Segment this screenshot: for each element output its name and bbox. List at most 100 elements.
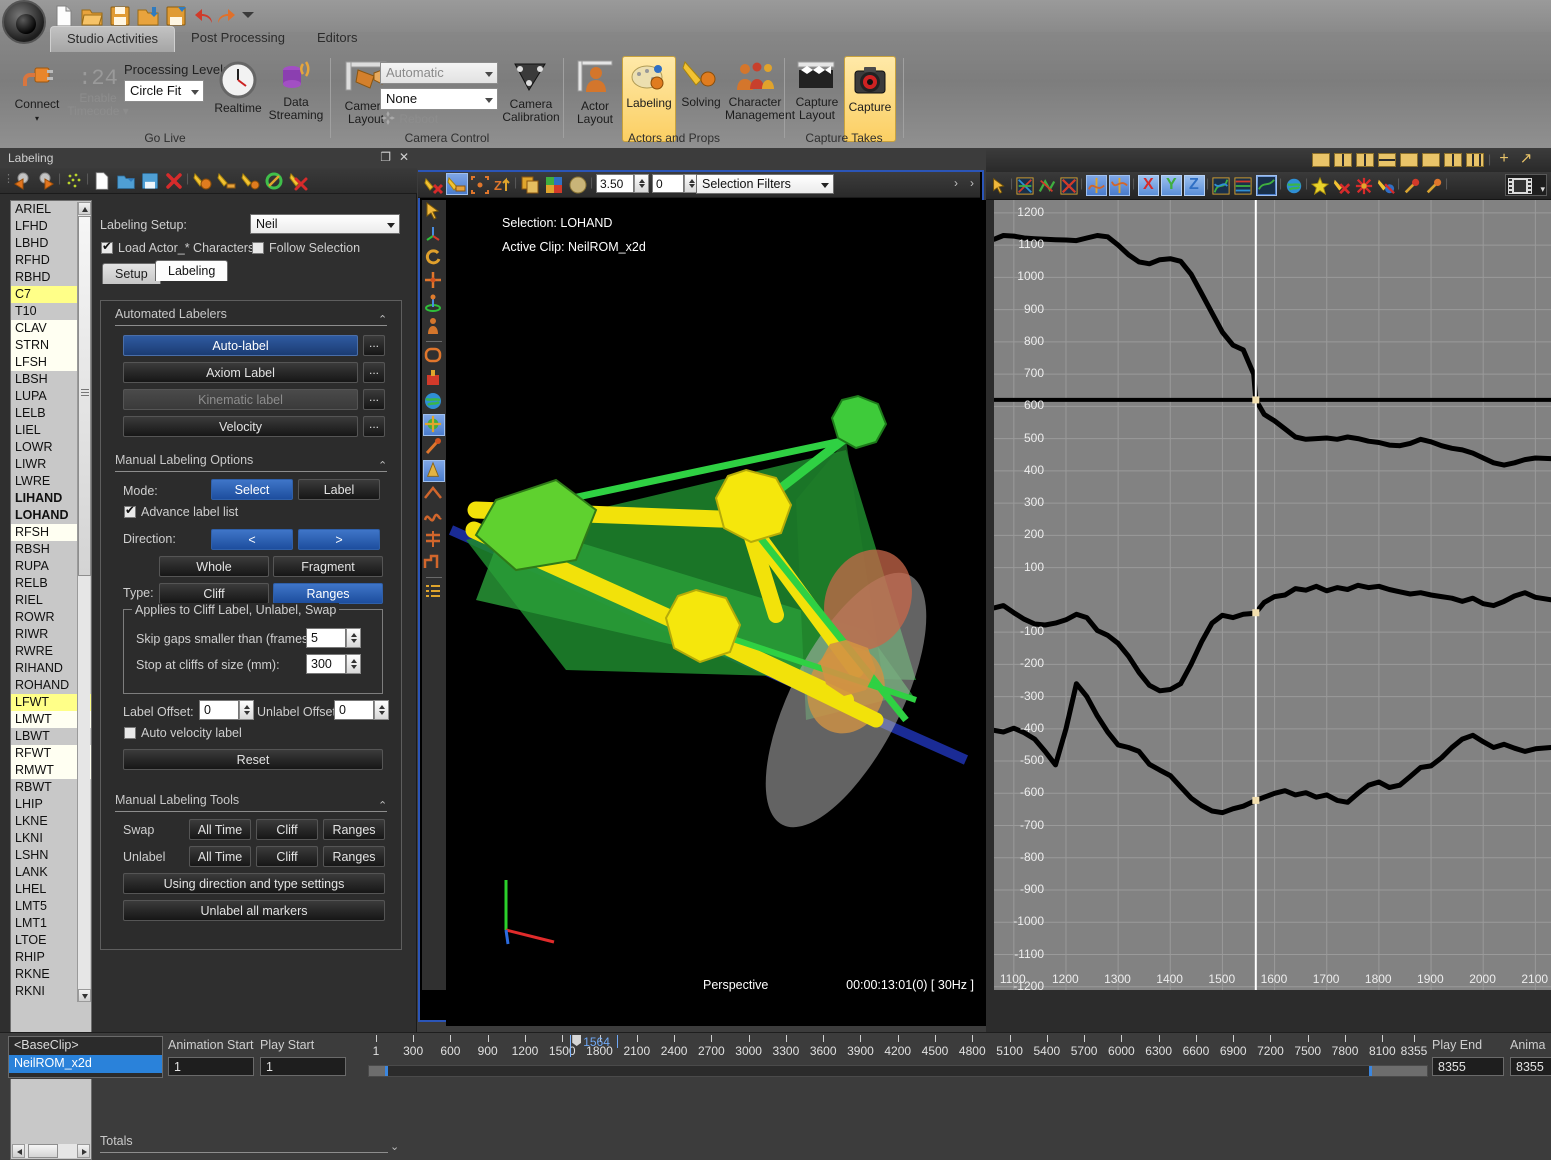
swap-all-time-button[interactable]: All Time (189, 819, 251, 840)
pointer-icon[interactable] (423, 201, 445, 223)
cone-icon[interactable] (423, 460, 445, 482)
restore-icon[interactable]: ❐ (380, 150, 391, 164)
stack-icon[interactable] (1234, 177, 1252, 195)
unlabel-ranges-button[interactable]: Ranges (323, 846, 385, 867)
color-icon[interactable] (544, 175, 564, 195)
z-up-icon[interactable]: Z (492, 175, 512, 195)
close-icon[interactable]: ✕ (399, 150, 409, 164)
bone-icon[interactable] (423, 437, 445, 459)
realtime-button[interactable]: Realtime (210, 60, 266, 115)
origin-icon[interactable] (423, 224, 445, 246)
stop-cliffs-input[interactable]: 300 (306, 654, 346, 674)
auto-label-button[interactable]: Auto-label (123, 335, 358, 356)
viewport-spin1-input[interactable]: 3.50 (596, 174, 634, 193)
application-button[interactable] (2, 0, 46, 44)
label-offset-stepper[interactable] (239, 700, 254, 720)
pointer-icon[interactable] (990, 177, 1008, 195)
redo-icon[interactable] (214, 4, 238, 28)
fit-x-icon[interactable] (1060, 177, 1078, 195)
autolabel-icon[interactable] (192, 171, 212, 191)
velocity-button[interactable]: Velocity (123, 416, 358, 437)
save-as-icon[interactable] (164, 4, 188, 28)
delete-icon[interactable] (164, 171, 184, 191)
axiom-label-options-button[interactable]: ... (363, 362, 385, 383)
axiom-label-button[interactable]: Axiom Label (123, 362, 358, 383)
using-direction-type-button[interactable]: Using direction and type settings (123, 873, 385, 894)
labeling-button[interactable]: Labeling (622, 56, 676, 142)
props-icon[interactable] (423, 368, 445, 390)
manual-tools-collapse-icon[interactable]: ⌃ (378, 799, 387, 812)
automated-labelers-collapse-icon[interactable]: ⌃ (378, 313, 387, 326)
timeline-scrollbar[interactable] (368, 1065, 1428, 1077)
duplicate-icon[interactable] (520, 175, 540, 195)
clip-root[interactable]: <BaseClip> (9, 1037, 162, 1055)
direction-prev-button[interactable]: < (211, 529, 293, 550)
viewport-spin1-stepper[interactable] (634, 174, 649, 193)
scroll-up-icon[interactable] (78, 202, 91, 215)
globe-icon[interactable] (423, 391, 445, 413)
animation-start-input[interactable]: 1 (168, 1057, 254, 1076)
timeline-scroll-thumb[interactable] (369, 1066, 385, 1076)
tab-studio-activities[interactable]: Studio Activities (50, 26, 175, 52)
unlabel-all-markers-button[interactable]: Unlabel all markers (123, 900, 385, 921)
filmstrip-icon[interactable] (1508, 176, 1536, 196)
marker-list-hscrollbar[interactable] (12, 1144, 90, 1158)
layout-2col-icon[interactable] (1356, 153, 1374, 167)
rotate-icon[interactable] (423, 247, 445, 269)
unlabel-offset-input[interactable]: 0 (334, 700, 374, 720)
load-actor-checkbox[interactable] (101, 242, 113, 254)
auto-velocity-checkbox[interactable] (124, 727, 136, 739)
cut-icon[interactable] (423, 529, 445, 551)
swap-ranges-button[interactable]: Ranges (323, 819, 385, 840)
character-management-button[interactable]: CharacterManagement (725, 58, 785, 122)
timeline-ruler[interactable]: 1300600900120015001800210024002700300033… (368, 1035, 1428, 1065)
layout-2row-icon[interactable] (1378, 153, 1396, 167)
key-next-icon[interactable] (1110, 176, 1129, 195)
reset-button[interactable]: Reset (123, 749, 383, 770)
totals-expand-icon[interactable]: ⌄ (390, 1140, 399, 1153)
actor-layout-button[interactable]: ActorLayout (569, 58, 621, 126)
auto-label-options-button[interactable]: ... (363, 335, 385, 356)
fit-all-icon[interactable] (1016, 177, 1034, 195)
layout-single-icon[interactable] (1312, 153, 1330, 167)
sphere-icon[interactable] (568, 175, 588, 195)
camera-calibration-button[interactable]: CameraCalibration (500, 60, 562, 124)
star-icon[interactable] (1311, 177, 1329, 195)
layout-1left2right-icon[interactable] (1444, 153, 1462, 167)
kinematic-label-icon[interactable] (240, 171, 260, 191)
new-icon[interactable] (92, 171, 112, 191)
swap-cliff-button[interactable]: Cliff (256, 819, 318, 840)
graph-plot-area[interactable]: 120011001000900800700600500400300200100-… (994, 200, 1551, 990)
marker-list-scrollbar[interactable] (77, 202, 90, 1002)
translate-icon[interactable] (423, 270, 445, 292)
select-region-icon[interactable] (470, 175, 490, 195)
unlabel-marker-icon[interactable] (424, 175, 444, 195)
open-folder-icon[interactable] (80, 4, 104, 28)
fit-selected-icon[interactable] (1038, 177, 1056, 195)
clip-item[interactable]: NeilROM_x2d (9, 1055, 162, 1073)
add-view-icon[interactable]: + (1496, 152, 1512, 168)
type-whole-button[interactable]: Whole (159, 556, 269, 577)
skip-gaps-stepper[interactable] (346, 628, 361, 648)
clip-list[interactable]: <BaseClip> NeilROM_x2d (8, 1036, 163, 1078)
unlabel-circle-icon[interactable] (264, 171, 284, 191)
spike-icon[interactable] (1355, 177, 1373, 195)
next-marker-icon[interactable] (36, 171, 56, 191)
selection-filters-combo[interactable]: Selection Filters (696, 174, 834, 194)
skip-gaps-input[interactable]: 5 (306, 628, 346, 648)
viewport-tool-strip[interactable] (422, 200, 446, 990)
tab-post-processing[interactable]: Post Processing (175, 26, 301, 52)
play-end-input[interactable]: 8355 (1432, 1057, 1504, 1076)
processing-level-combo[interactable]: Circle Fit (124, 80, 204, 102)
step-icon[interactable] (423, 552, 445, 574)
pivot-icon[interactable] (423, 293, 445, 315)
follow-selection-checkbox[interactable] (252, 242, 264, 254)
solving-button[interactable]: Solving (677, 58, 725, 109)
label-marker-icon[interactable] (447, 174, 467, 194)
wave-icon[interactable] (423, 506, 445, 528)
stop-cliffs-stepper[interactable] (346, 654, 361, 674)
loop-icon[interactable] (423, 345, 445, 367)
markers-icon[interactable] (423, 414, 445, 436)
camera-mode-combo[interactable]: Automatic (380, 62, 498, 84)
save-icon[interactable] (140, 171, 160, 191)
